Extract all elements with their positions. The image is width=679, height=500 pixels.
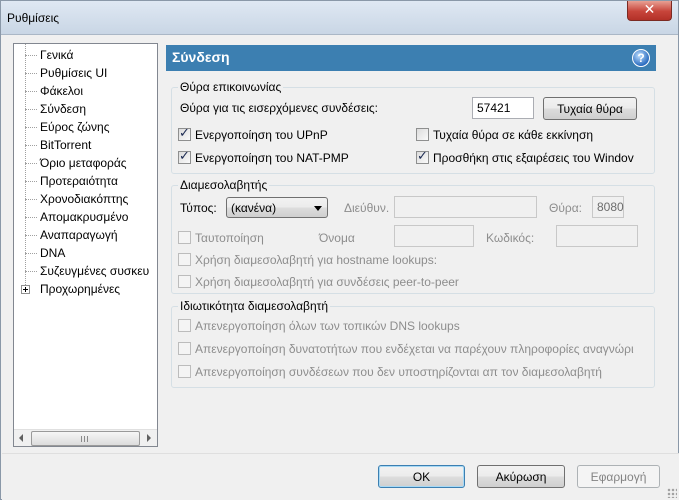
sidebar-item-label: Γενικά (40, 48, 74, 62)
proxy-peer-to-peer-checkbox[interactable] (178, 275, 191, 288)
scrollbar-thumb[interactable] (31, 431, 140, 446)
sidebar-item-connection[interactable]: Σύνδεση (14, 100, 157, 118)
firewall-exception-checkbox[interactable] (416, 149, 429, 164)
proxy-port-label: Θύρα: (549, 201, 582, 215)
proxy-auth-checkbox[interactable] (178, 231, 191, 244)
grip-icon (81, 436, 90, 442)
sidebar-item-label: Φάκελοι (40, 84, 84, 98)
upnp-label: Ενεργοποίηση του UPnP (195, 128, 328, 142)
proxy-username-input[interactable] (394, 225, 474, 247)
random-port-each-start-label: Τυχαία θύρα σε κάθε εκκίνηση (433, 128, 594, 142)
proxy-address-input[interactable] (394, 196, 537, 218)
panel-title: Σύνδεση (172, 49, 230, 65)
sidebar-item-label: Προχωρημένες (40, 282, 121, 296)
random-port-each-start-checkbox[interactable] (416, 128, 429, 141)
settings-nav-tree: Γενικά Ρυθμίσεις UI Φάκελοι Σύνδεση Εύρο… (13, 43, 158, 447)
sidebar-item-ui-settings[interactable]: Ρυθμίσεις UI (14, 64, 157, 82)
proxy-peer-to-peer-label: Χρήση διαμεσολαβητή για συνδέσεις peer-t… (195, 275, 459, 289)
dialog-button-bar: OK Ακύρωση Εφαρμογή (2, 453, 679, 500)
sidebar-item-advanced[interactable]: Προχωρημένες (14, 280, 157, 298)
proxy-username-label: Όνομα (319, 231, 355, 245)
sidebar-item-label: Όριο μεταφοράς (40, 156, 127, 170)
settings-window: Ρυθμίσεις ✕ Γενικά Ρυθμίσεις UI Φάκελοι … (0, 0, 679, 500)
port-label: Θύρα για τις εισερχόμενες συνδέσεις: (180, 101, 378, 115)
group-title: Ιδιωτικότητα διαμεσολαβητή (178, 299, 331, 313)
resize-grip-icon[interactable] (667, 488, 677, 498)
listening-port-group: Θύρα επικοινωνίας Θύρα για τις εισερχόμε… (171, 80, 655, 174)
random-port-button[interactable]: Τυχαία θύρα (543, 97, 637, 120)
natpmp-label: Ενεργοποίηση του NAT-PMP (195, 151, 349, 165)
sidebar-item-label: Ρυθμίσεις UI (40, 66, 108, 80)
proxy-password-label: Κωδικός: (486, 231, 535, 245)
sidebar-item-label: Σύνδεση (40, 102, 87, 116)
plus-expander-icon[interactable] (21, 285, 30, 294)
disable-unsupported-connections-checkbox[interactable] (178, 365, 191, 378)
apply-button[interactable]: Εφαρμογή (577, 465, 660, 488)
proxy-privacy-group: Ιδιωτικότητα διαμεσολαβητή Απενεργοποίησ… (171, 299, 655, 388)
proxy-port-input[interactable]: 8080 (592, 196, 624, 218)
sidebar-item-playback[interactable]: Αναπαραγωγή (14, 226, 157, 244)
proxy-type-value: (κανένα) (231, 201, 277, 215)
help-icon[interactable]: ? (632, 49, 650, 67)
sidebar-item-label: BitTorrent (40, 138, 92, 152)
sidebar-item-label: Εύρος ζώνης (40, 120, 110, 134)
sidebar-item-label: Αναπαραγωγή (40, 228, 118, 242)
sidebar-item-paired-devices[interactable]: Συζευγμένες συσκευ (14, 262, 157, 280)
proxy-address-label: Διεύθυν. (344, 201, 390, 215)
incoming-port-input[interactable]: 57421 (472, 97, 534, 119)
upnp-checkbox[interactable] (178, 126, 191, 141)
proxy-type-select[interactable]: (κανένα) (226, 197, 328, 218)
sidebar-item-bittorrent[interactable]: BitTorrent (14, 136, 157, 154)
sidebar-item-label: DNA (40, 246, 66, 260)
sidebar-item-scheduler[interactable]: Χρονοδιακόπτης (14, 190, 157, 208)
panel-header: Σύνδεση ? (166, 45, 656, 71)
proxy-server-group: Διαμεσολαβητής Τύπος: (κανένα) Διεύθυν. … (171, 178, 655, 294)
ok-button[interactable]: OK (378, 465, 465, 488)
sidebar-item-general[interactable]: Γενικά (14, 46, 157, 64)
sidebar-item-queueing[interactable]: Προτεραιότητα (14, 172, 157, 190)
group-title: Θύρα επικοινωνίας (178, 80, 284, 94)
proxy-auth-label: Ταυτοποίηση (195, 231, 264, 245)
sidebar-item-remote[interactable]: Απομακρυσμένο (14, 208, 157, 226)
close-button[interactable]: ✕ (627, 1, 672, 21)
group-title: Διαμεσολαβητής (178, 178, 270, 192)
title-bar: Ρυθμίσεις ✕ (1, 1, 678, 35)
cancel-button[interactable]: Ακύρωση (477, 465, 565, 488)
disable-identifying-features-checkbox[interactable] (178, 342, 191, 355)
sidebar-item-label: Χρονοδιακόπτης (40, 192, 129, 206)
scroll-right-icon[interactable] (140, 430, 157, 446)
disable-unsupported-connections-label: Απενεργοποίηση συνδέσεων που δεν υποστηρ… (195, 365, 602, 379)
chevron-down-icon (314, 206, 322, 211)
sidebar-item-directories[interactable]: Φάκελοι (14, 82, 157, 100)
close-icon: ✕ (643, 2, 656, 18)
scroll-left-icon[interactable] (14, 430, 31, 446)
disable-local-dns-label: Απενεργοποίηση όλων των τοπικών DNS look… (195, 319, 460, 333)
disable-identifying-features-label: Απενεργοποίηση δυνατοτήτων που ενδέχεται… (195, 342, 634, 356)
sidebar-item-label: Προτεραιότητα (40, 174, 118, 188)
sidebar-item-bandwidth[interactable]: Εύρος ζώνης (14, 118, 157, 136)
natpmp-checkbox[interactable] (178, 149, 191, 164)
sidebar-item-label: Απομακρυσμένο (40, 210, 129, 224)
window-title: Ρυθμίσεις (7, 11, 60, 25)
sidebar-item-dna[interactable]: DNA (14, 244, 157, 262)
horizontal-scrollbar[interactable] (14, 429, 157, 446)
proxy-type-label: Τύπος: (180, 201, 217, 215)
sidebar-item-label: Συζευγμένες συσκευ (40, 264, 150, 278)
proxy-hostname-lookups-label: Χρήση διαμεσολαβητή για hostname lookups… (195, 253, 438, 267)
sidebar-item-transfer-cap[interactable]: Όριο μεταφοράς (14, 154, 157, 172)
disable-local-dns-checkbox[interactable] (178, 319, 191, 332)
firewall-exception-label: Προσθήκη στις εξαιρέσεις του Windov (433, 151, 634, 165)
proxy-hostname-lookups-checkbox[interactable] (178, 253, 191, 266)
proxy-password-input[interactable] (556, 225, 638, 247)
